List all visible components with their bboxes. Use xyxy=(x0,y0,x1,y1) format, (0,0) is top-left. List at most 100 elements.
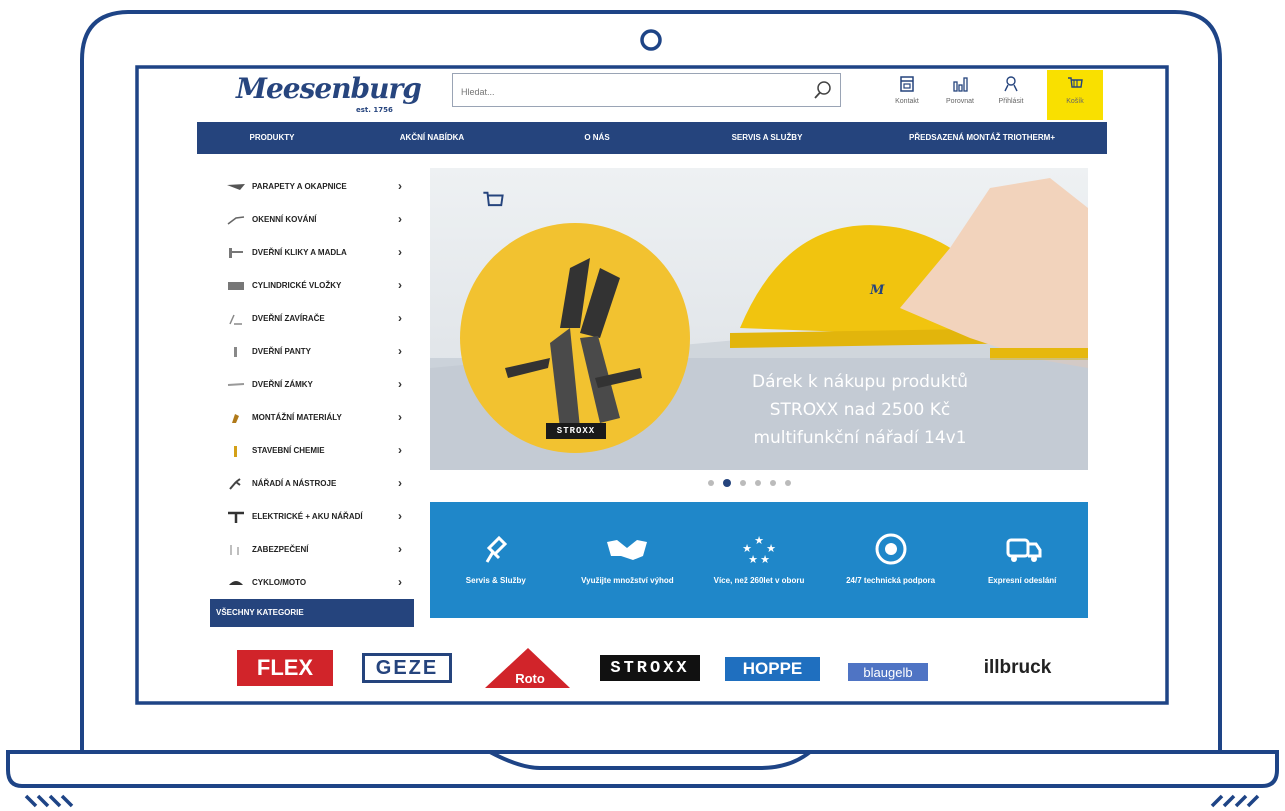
category-item[interactable]: CYKLO/MOTO › xyxy=(210,566,414,599)
cylinder-icon xyxy=(226,279,246,293)
chevron-right-icon: › xyxy=(398,509,402,523)
feature-service[interactable]: Servis & Služby xyxy=(430,502,562,618)
chevron-right-icon: › xyxy=(398,575,402,589)
brand-illbruck[interactable]: illbruck xyxy=(975,650,1060,686)
category-item[interactable]: DVEŘNÍ KLIKY A MADLA › xyxy=(210,236,414,269)
main-navigation: PRODUKTY AKČNÍ NABÍDKA O NÁS SERVIS A SL… xyxy=(197,122,1107,154)
feature-label: Využijte množství výhod xyxy=(581,576,674,585)
category-item[interactable]: ELEKTRICKÉ + AKU NÁŘADÍ › xyxy=(210,500,414,533)
tools-icon xyxy=(226,477,246,491)
category-item[interactable]: ZABEZPEČENÍ › xyxy=(210,533,414,566)
category-label: CYLINDRICKÉ VLOŽKY xyxy=(252,281,342,290)
feature-history[interactable]: ★ ★ ★ ★ ★ Více, než 260let v oboru xyxy=(693,502,825,618)
chevron-right-icon: › xyxy=(398,377,402,391)
cart-button[interactable]: Košík xyxy=(1047,70,1103,120)
category-sidebar: PARAPETY A OKAPNICE › OKENNÍ KOVÁNÍ › DVEŘ… xyxy=(210,170,414,627)
hero-line: STROXX nad 2500 Kč xyxy=(769,400,951,420)
chemistry-icon xyxy=(226,444,246,458)
brand-geze[interactable]: GEZE xyxy=(362,653,452,683)
cart-label: Košík xyxy=(1066,98,1084,105)
chevron-right-icon: › xyxy=(398,212,402,226)
sill-icon xyxy=(226,180,246,194)
chevron-right-icon: › xyxy=(398,410,402,424)
site-logo[interactable]: Meesenburg est. 1756 xyxy=(236,72,422,116)
chevron-right-icon: › xyxy=(398,344,402,358)
carousel-dot[interactable] xyxy=(755,480,761,486)
nav-o-nas[interactable]: O NÁS xyxy=(517,122,677,154)
stars-icon: ★ ★ ★ ★ ★ xyxy=(742,534,776,566)
category-label: CYKLO/MOTO xyxy=(252,578,307,587)
compare-button[interactable]: Porovnat xyxy=(935,76,985,116)
category-item[interactable]: CYLINDRICKÉ VLOŽKY › xyxy=(210,269,414,302)
handshake-icon xyxy=(607,540,648,560)
category-item[interactable]: STAVEBNÍ CHEMIE › xyxy=(210,434,414,467)
door-handle-icon xyxy=(226,246,246,260)
contact-button[interactable]: Kontakt xyxy=(882,76,932,116)
power-tool-icon xyxy=(226,510,246,524)
carousel-dot[interactable] xyxy=(708,480,714,486)
feature-label: Více, než 260let v oboru xyxy=(713,576,805,585)
cart-icon xyxy=(1068,77,1083,88)
feature-benefits[interactable]: Využijte množství výhod xyxy=(562,502,694,618)
search-box xyxy=(452,73,841,107)
carousel-dot[interactable] xyxy=(770,480,776,486)
site-header: Meesenburg est. 1756 Kontakt P xyxy=(140,70,1164,122)
brand-blaugelb[interactable]: blaugelb xyxy=(848,663,928,681)
carousel-dot-active[interactable] xyxy=(723,479,731,487)
brand-hoppe[interactable]: HOPPE xyxy=(725,657,820,681)
svg-text:★: ★ xyxy=(748,553,758,566)
support-icon xyxy=(875,533,907,565)
compare-label: Porovnat xyxy=(945,98,975,105)
carousel-dots xyxy=(708,479,791,487)
logo-est: est. 1756 xyxy=(356,106,393,114)
category-label: ZABEZPEČENÍ xyxy=(252,545,309,554)
login-label: Přihlásit xyxy=(998,98,1024,105)
feature-label: Servis & Služby xyxy=(465,576,526,585)
hero-headline: Dárek k nákupu produktů STROXX nad 2500 … xyxy=(730,368,990,452)
category-label: DVEŘNÍ PANTY xyxy=(252,347,311,356)
category-item[interactable]: DVEŘNÍ ZAVÍRAČE › xyxy=(210,302,414,335)
nav-predsazena-montaz[interactable]: PŘEDSAZENÁ MONTÁŽ TRIOTHERM+ xyxy=(857,122,1107,154)
brand-roto-label: Roto xyxy=(515,671,545,686)
contact-label: Kontakt xyxy=(895,98,919,105)
hero-banner[interactable]: STROXX M Dárek k nákupu produktů STROXX … xyxy=(430,168,1088,470)
brand-logos: FLEX GEZE Roto STROXX HOPPE blaugelb ill… xyxy=(140,635,1164,695)
all-categories-button[interactable]: VŠECHNY KATEGORIE xyxy=(210,599,414,627)
brand-roto[interactable]: Roto xyxy=(480,643,580,688)
hero-helmet-logo: M xyxy=(870,283,885,298)
cart-icon xyxy=(483,191,504,207)
category-item[interactable]: OKENNÍ KOVÁNÍ › xyxy=(210,203,414,236)
lock-icon xyxy=(226,378,246,392)
brand-stroxx[interactable]: STROXX xyxy=(600,655,700,681)
website-screen: Meesenburg est. 1756 Kontakt P xyxy=(140,70,1164,700)
category-item[interactable]: DVEŘNÍ PANTY › xyxy=(210,335,414,368)
feature-label: 24/7 technická podpora xyxy=(846,576,936,585)
svg-text:★: ★ xyxy=(760,553,770,566)
login-button[interactable]: Přihlásit xyxy=(986,76,1036,116)
hinge-icon xyxy=(226,345,246,359)
category-item[interactable]: NÁŘADÍ A NÁSTROJE › xyxy=(210,467,414,500)
feature-support[interactable]: 24/7 technická podpora xyxy=(825,502,957,618)
hero-line: Dárek k nákupu produktů xyxy=(752,372,968,392)
brand-flex[interactable]: FLEX xyxy=(237,650,333,686)
category-label: DVEŘNÍ KLIKY A MADLA xyxy=(252,248,347,257)
category-label: OKENNÍ KOVÁNÍ xyxy=(252,215,317,224)
security-icon xyxy=(226,543,246,557)
carousel-dot[interactable] xyxy=(740,480,746,486)
search-icon[interactable] xyxy=(812,79,834,101)
chevron-right-icon: › xyxy=(398,443,402,457)
feature-express[interactable]: Expresní odeslání xyxy=(956,502,1088,618)
nav-akcni-nabidka[interactable]: AKČNÍ NABÍDKA xyxy=(347,122,517,154)
search-input[interactable] xyxy=(459,82,803,102)
category-item[interactable]: PARAPETY A OKAPNICE › xyxy=(210,170,414,203)
carousel-dot[interactable] xyxy=(785,480,791,486)
logo-text: Meesenburg xyxy=(236,72,422,105)
category-item[interactable]: DVEŘNÍ ZÁMKY › xyxy=(210,368,414,401)
mounting-material-icon xyxy=(226,411,246,425)
nav-servis[interactable]: SERVIS A SLUŽBY xyxy=(677,122,857,154)
nav-produkty[interactable]: PRODUKTY xyxy=(197,122,347,154)
door-closer-icon xyxy=(226,312,246,326)
category-label: DVEŘNÍ ZÁMKY xyxy=(252,380,313,389)
category-label: DVEŘNÍ ZAVÍRAČE xyxy=(252,314,325,323)
category-item[interactable]: MONTÁŽNÍ MATERIÁLY › xyxy=(210,401,414,434)
